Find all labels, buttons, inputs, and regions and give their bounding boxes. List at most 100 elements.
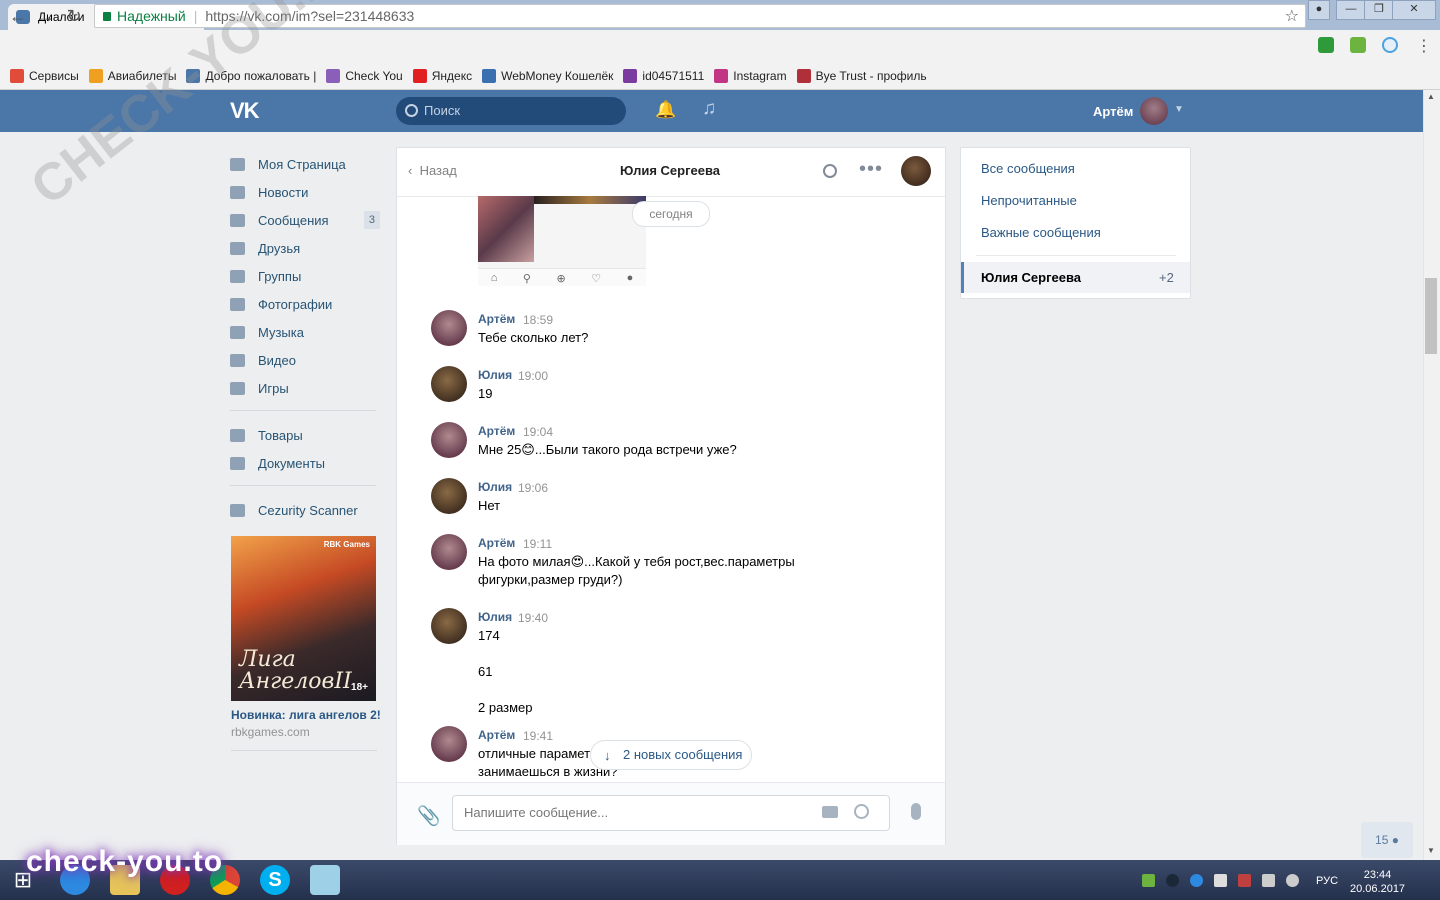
- sidebar-item[interactable]: Игры: [230, 374, 380, 402]
- user-name[interactable]: Артём: [1093, 104, 1133, 119]
- avatar[interactable]: [431, 726, 467, 762]
- message-time[interactable]: 19:40: [518, 611, 548, 625]
- scrollbar-thumb[interactable]: [1425, 278, 1437, 354]
- search-input[interactable]: Поиск: [396, 97, 626, 125]
- browser-tray-icon[interactable]: [1190, 874, 1203, 887]
- avatar[interactable]: [431, 366, 467, 402]
- bookmark-label: Check You: [345, 68, 403, 83]
- filter-important[interactable]: Важные сообщения: [981, 225, 1101, 240]
- paperclip-icon[interactable]: 📎: [417, 804, 441, 828]
- volume-icon[interactable]: [1286, 874, 1299, 887]
- chat-title[interactable]: Юлия Сергеева: [600, 163, 740, 178]
- chrome-menu-icon[interactable]: ⋮: [1416, 36, 1432, 56]
- tray-app-icon[interactable]: [1142, 874, 1155, 887]
- back-arrow-icon[interactable]: ←: [8, 6, 28, 26]
- minimize-button[interactable]: —: [1336, 0, 1366, 20]
- taskbar-clock[interactable]: 23:44 20.06.2017: [1350, 868, 1405, 896]
- filter-all-messages[interactable]: Все сообщения: [981, 161, 1075, 176]
- message-author[interactable]: Артём: [478, 536, 515, 550]
- camera-icon[interactable]: [822, 806, 838, 818]
- scroll-up-icon[interactable]: ▲: [1427, 92, 1435, 101]
- ad-age-rating: 18+: [351, 682, 368, 693]
- sidebar-item[interactable]: Видео: [230, 346, 380, 374]
- avatar[interactable]: [431, 534, 467, 570]
- avatar[interactable]: [431, 608, 467, 644]
- sidebar-item[interactable]: Cezurity Scanner: [230, 496, 380, 524]
- bookmark-item[interactable]: Instagram: [714, 68, 787, 83]
- chevron-down-icon[interactable]: ▼: [1174, 104, 1184, 115]
- sidebar-item[interactable]: Группы: [230, 262, 380, 290]
- avatar[interactable]: [431, 422, 467, 458]
- photo-attachment[interactable]: ⌂ ⚲ ⊕ ♡ ●: [478, 196, 646, 286]
- language-indicator[interactable]: РУС: [1316, 875, 1338, 887]
- sidebar-item[interactable]: Моя Страница: [230, 150, 380, 178]
- bookmark-item[interactable]: WebMoney Кошелёк: [482, 68, 613, 83]
- steam-icon[interactable]: [1166, 874, 1179, 887]
- music-icon[interactable]: ♫: [702, 98, 716, 120]
- page-scrollbar[interactable]: [1423, 90, 1440, 860]
- message-time[interactable]: 18:59: [523, 313, 553, 327]
- ad-caption[interactable]: Новинка: лига ангелов 2!: [231, 708, 381, 722]
- ad-publisher-badge: RBK Games: [323, 540, 370, 549]
- forward-arrow-icon[interactable]: →: [36, 6, 56, 26]
- tray-tools-icon[interactable]: [1238, 874, 1251, 887]
- message-time[interactable]: 19:06: [518, 481, 548, 495]
- avatar[interactable]: [1140, 97, 1168, 125]
- scroll-down-icon[interactable]: ▼: [1427, 846, 1435, 855]
- sidebar-item[interactable]: Музыка: [230, 318, 380, 346]
- bookmark-item[interactable]: id04571511: [623, 68, 704, 83]
- sidebar-item[interactable]: Фотографии: [230, 290, 380, 318]
- more-actions-icon[interactable]: •••: [859, 158, 883, 181]
- network-icon[interactable]: [1262, 874, 1275, 887]
- avatar[interactable]: [431, 478, 467, 514]
- left-menu: Моя Страница Новости Сообщения 3 Друзья Групп…: [230, 150, 380, 524]
- microphone-icon[interactable]: [911, 803, 921, 820]
- message-time[interactable]: 19:41: [523, 729, 553, 743]
- vk-logo[interactable]: VK: [230, 98, 260, 124]
- flag-icon[interactable]: [1214, 874, 1227, 887]
- date-pill: сегодня: [632, 201, 710, 227]
- profile-icon[interactable]: ●: [1308, 0, 1330, 20]
- online-friends-button[interactable]: 15 ●: [1361, 822, 1413, 858]
- sidebar-item[interactable]: Новости: [230, 178, 380, 206]
- bookmark-label: Bye Trust - профиль: [815, 68, 927, 83]
- address-separator: |: [193, 8, 198, 24]
- close-window-button[interactable]: ✕: [1392, 0, 1436, 20]
- sidebar-item[interactable]: Документы: [230, 449, 380, 477]
- download-extension-icon[interactable]: [1350, 37, 1366, 53]
- player-extension-icon[interactable]: [1382, 37, 1398, 53]
- active-dialog-name[interactable]: Юлия Сергеева: [981, 270, 1081, 285]
- bell-icon[interactable]: 🔔: [655, 100, 676, 120]
- new-messages-button[interactable]: 2 новых сообщения: [590, 740, 752, 770]
- maximize-button[interactable]: ❐: [1364, 0, 1394, 20]
- sidebar-item[interactable]: Друзья: [230, 234, 380, 262]
- sidebar-item[interactable]: Сообщения 3: [230, 206, 380, 234]
- message-author[interactable]: Юлия: [478, 368, 512, 382]
- bookmark-item[interactable]: Яндекс: [412, 68, 472, 83]
- message-author[interactable]: Артём: [478, 424, 515, 438]
- ad-banner-image[interactable]: RBK Games Лига АнгеловII 18+: [231, 536, 376, 701]
- notepad-icon[interactable]: [310, 865, 340, 895]
- message-author[interactable]: Артём: [478, 728, 515, 742]
- message-author[interactable]: Юлия: [478, 480, 512, 494]
- emoji-icon[interactable]: [854, 804, 869, 819]
- ad-site[interactable]: rbkgames.com: [231, 725, 310, 739]
- avatar[interactable]: [431, 310, 467, 346]
- skype-icon[interactable]: S: [260, 865, 290, 895]
- sidebar-item[interactable]: Товары: [230, 421, 380, 449]
- bookmark-star-icon[interactable]: ☆: [1285, 6, 1299, 26]
- bookmark-item[interactable]: Bye Trust - профиль: [796, 68, 927, 83]
- message-author[interactable]: Артём: [478, 312, 515, 326]
- chat-partner-avatar[interactable]: [901, 156, 931, 186]
- filter-unread[interactable]: Непрочитанные: [981, 193, 1077, 208]
- message-time[interactable]: 19:11: [523, 537, 552, 551]
- message-time[interactable]: 19:00: [518, 369, 548, 383]
- back-button[interactable]: ‹ Назад: [408, 163, 457, 178]
- message-author[interactable]: Юлия: [478, 610, 512, 624]
- bookmark-item[interactable]: Сервисы: [10, 68, 79, 83]
- reload-icon[interactable]: ↻: [64, 6, 84, 26]
- chat-search-icon[interactable]: [823, 164, 837, 178]
- adguard-extension-icon[interactable]: [1318, 37, 1334, 53]
- bookmark-item[interactable]: Check You: [326, 68, 403, 83]
- message-time[interactable]: 19:04: [523, 425, 553, 439]
